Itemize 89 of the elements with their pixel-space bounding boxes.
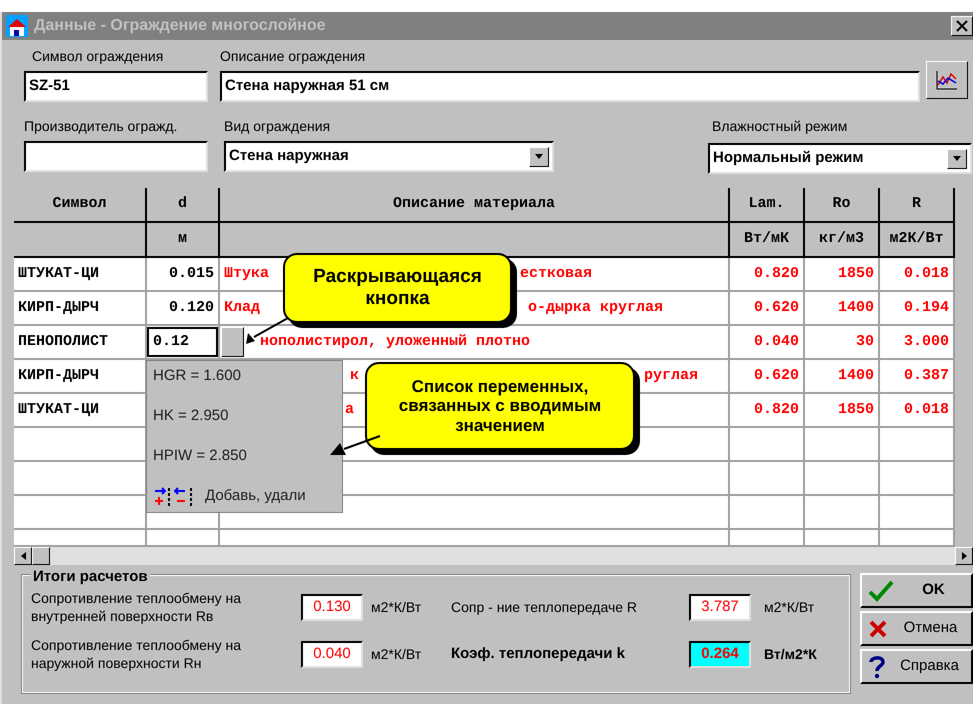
field-label: Коэф. теплопередачи k: [451, 645, 626, 664]
table-cell-text: Штука: [224, 264, 270, 284]
table-cell-text: к: [350, 366, 360, 386]
column-header: Ro: [805, 188, 880, 223]
table-cell: 0.015: [147, 258, 220, 292]
table-cell: 1850: [805, 258, 880, 292]
window-title: Данные - Ограждение многослойное: [34, 16, 326, 36]
dropdown-field[interactable]: Стена наружная: [224, 141, 554, 172]
unit-label: м2*К/Вт: [371, 598, 422, 617]
field-label: Символ ограждения: [31, 47, 164, 66]
table-cell: ШТУКАТ-ЦИ: [14, 258, 147, 292]
table-cell: 3.000: [880, 326, 955, 360]
table-cell: 30: [805, 326, 880, 360]
input-field[interactable]: SZ-51: [24, 71, 208, 102]
unit-label: Вт/м2*К: [764, 645, 818, 664]
table-cell: 0.820: [730, 394, 805, 428]
house-icon: [6, 15, 28, 37]
unit-label: м2*К/Вт: [764, 598, 816, 617]
unit-header: кг/м3: [805, 223, 880, 258]
dropdown-value: Нормальный режим: [713, 148, 864, 168]
unit-header: м: [147, 223, 220, 258]
field-label: Описание ограждения: [220, 47, 366, 66]
list-item[interactable]: HPIW = 2.850: [153, 445, 336, 468]
close-button[interactable]: [951, 16, 973, 36]
table-cell-text: нополистирол, уложенный плотно: [260, 332, 530, 352]
unit-header: м2К/Вт: [880, 223, 955, 258]
table-cell: 0.194: [880, 292, 955, 326]
close-icon: [956, 20, 968, 32]
table-cell: 0.018: [880, 394, 955, 428]
field-label: Сопр - ние теплопередаче R: [451, 598, 638, 616]
dialog-button[interactable]: Справка: [860, 649, 973, 684]
table-cell: ПЕНОПОЛИСТ: [14, 326, 147, 360]
table-cell: 0.820: [730, 258, 805, 292]
field-label: Вид ограждения: [224, 117, 332, 136]
output-field: 0.130: [301, 594, 363, 621]
list-item[interactable]: HK = 2.950: [153, 405, 336, 428]
list-item[interactable]: HGR = 1.600: [153, 365, 336, 388]
table-cell: 0.620: [730, 360, 805, 394]
table-cell: 0.018: [880, 258, 955, 292]
dropdown-field[interactable]: Нормальный режим: [708, 143, 972, 174]
input-field[interactable]: 0.12: [147, 327, 218, 357]
column-header: d: [147, 188, 220, 223]
pointer-arrow: [330, 435, 380, 455]
output-field: 0.264: [689, 641, 751, 668]
field-label: Сопротивление теплообмену на наружной поверхности Rн: [31, 637, 242, 672]
output-field: 0.040: [301, 641, 363, 668]
horizontal-scrollbar[interactable]: [14, 547, 973, 565]
table-cell-text: а: [345, 400, 354, 420]
chart-button[interactable]: [926, 61, 968, 99]
table-cell-text: Клад: [224, 298, 260, 318]
table-cell-text: естковая: [520, 264, 592, 284]
cross-icon: [868, 618, 888, 638]
dialog-button[interactable]: OK: [860, 573, 973, 608]
table-cell-text: руглая: [644, 366, 698, 386]
column-header: Символ: [14, 188, 147, 223]
checkmark-icon: [868, 580, 894, 602]
table-cell: 1400: [805, 292, 880, 326]
field-label: Производитель огражд.: [24, 117, 178, 136]
question-icon: [868, 654, 886, 678]
table-cell: 0.387: [880, 360, 955, 394]
list-item[interactable]: Добавь, удали: [205, 485, 306, 508]
table-cell: 1400: [805, 360, 880, 394]
output-field: 3.787: [689, 594, 751, 621]
table-cell: 0.620: [730, 292, 805, 326]
field-label: Сопротивление теплообмену на внутренней поверхности Rв: [31, 590, 242, 625]
dropdown-button[interactable]: [221, 327, 244, 357]
caret-icon: [953, 156, 961, 161]
scroll-thumb[interactable]: [32, 547, 50, 565]
dialog-button[interactable]: Отмена: [860, 611, 973, 646]
caret-icon: [535, 154, 543, 159]
table-cell: 0.040: [730, 326, 805, 360]
column-header: Lam.: [730, 188, 805, 223]
column-header: Описание материала: [220, 188, 730, 223]
table-cell: 0.120: [147, 292, 220, 326]
table-cell: КИРП-ДЫРЧ: [14, 360, 147, 394]
dropdown-value: Стена наружная: [229, 146, 349, 166]
chart-icon: [935, 69, 959, 91]
unit-label: м2*К/Вт: [371, 645, 422, 664]
table-cell-text: о-дырка круглая: [528, 298, 664, 318]
table-cell: 1850: [805, 394, 880, 428]
table-cell: КИРП-ДЫРЧ: [14, 292, 147, 326]
field-label: Влажностный режим: [712, 117, 848, 136]
unit-header: Вт/мК: [730, 223, 805, 258]
left-arrow-icon: [20, 552, 26, 560]
right-arrow-icon: [962, 552, 966, 560]
column-header: R: [880, 188, 955, 223]
input-field[interactable]: [24, 141, 208, 172]
table-cell: ШТУКАТ-ЦИ: [14, 394, 147, 428]
input-field[interactable]: Стена наружная 51 см: [220, 71, 920, 102]
